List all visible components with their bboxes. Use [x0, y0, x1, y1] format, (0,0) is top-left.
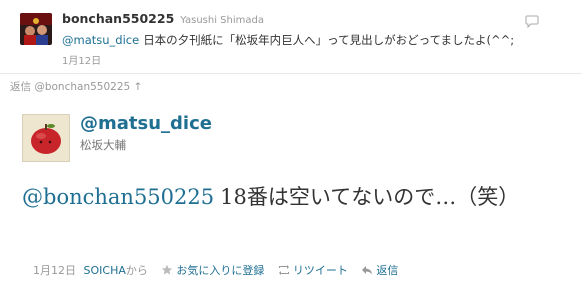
retweet-icon — [278, 265, 289, 275]
favorite-label: お気に入りに登録 — [176, 264, 265, 277]
main-tweet: @matsu_dice 松坂大輔 @bonchan550225 18番は空いてない… — [0, 95, 582, 285]
parent-tweet-text: @matsu_dice 日本の夕刊紙に「松坂年内巨人へ」って見出しがおどってました… — [62, 32, 514, 48]
favorite-button[interactable]: お気に入りに登録 — [161, 262, 264, 278]
tweet-meta: 1月12日 SOICHAから お気に入りに登録 リツイート 返信 — [33, 262, 398, 278]
in-reply-to-bar: 返信 @bonchan550225 ↑ — [0, 73, 582, 96]
source-suffix: から — [125, 264, 148, 277]
retweet-button[interactable]: リツイート — [278, 262, 348, 278]
mention-link[interactable]: @bonchan550225 — [22, 185, 214, 209]
parent-timestamp[interactable]: 1月12日 — [62, 52, 101, 67]
speech-bubble-icon[interactable] — [525, 13, 539, 29]
tweet-body: 18番は空いてないので…（笑） — [220, 185, 520, 209]
parent-body: 日本の夕刊紙に「松坂年内巨人へ」って見出しがおどってましたよ(^^; — [143, 33, 515, 47]
author-full-name: 松坂大輔 — [80, 138, 126, 152]
parent-tweet: bonchan550225 Yasushi Shimada @matsu_dice… — [0, 0, 582, 73]
parent-mention-link[interactable]: @matsu_dice — [62, 33, 139, 47]
author-avatar[interactable] — [22, 114, 70, 162]
in-reply-to-label[interactable]: 返信 @bonchan550225 ↑ — [10, 79, 142, 94]
source-link[interactable]: SOICHA — [84, 264, 126, 277]
tweet-text: @bonchan550225 18番は空いてないので…（笑） — [22, 181, 562, 213]
reply-arrow-icon — [362, 266, 373, 275]
tweet-timestamp[interactable]: 1月12日 — [33, 262, 76, 278]
parent-header: bonchan550225 Yasushi Shimada — [62, 11, 264, 26]
reply-label: 返信 — [376, 264, 399, 277]
parent-avatar[interactable] — [20, 13, 52, 45]
reply-button[interactable]: 返信 — [361, 262, 398, 278]
parent-full-name: Yasushi Shimada — [180, 15, 264, 26]
parent-screen-name[interactable]: bonchan550225 — [62, 11, 174, 26]
retweet-label: リツイート — [292, 264, 348, 277]
author-screen-name[interactable]: @matsu_dice — [80, 113, 212, 134]
star-icon — [162, 264, 173, 275]
